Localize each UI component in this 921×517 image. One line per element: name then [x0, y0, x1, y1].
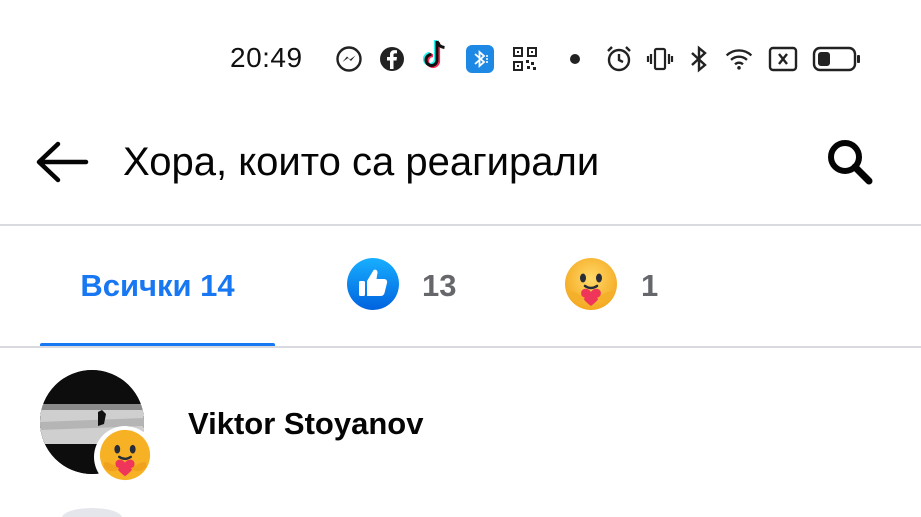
- bluetooth-app-icon: [465, 44, 495, 74]
- facebook-icon: [377, 44, 407, 74]
- reactor-name: Viktor Stoyanov: [188, 406, 424, 441]
- vibrate-icon: [645, 44, 675, 74]
- care-reaction-icon: [563, 256, 619, 317]
- arrow-left-icon: [34, 140, 90, 189]
- alarm-icon: [604, 44, 634, 74]
- app-header: Хора, които са реагирали: [0, 120, 921, 224]
- battery-icon: [812, 44, 862, 74]
- tab-care-count: 1: [641, 268, 659, 303]
- care-reaction-icon: [98, 428, 152, 487]
- care-reaction-badge: [94, 426, 156, 488]
- tab-like[interactable]: 13: [346, 226, 476, 346]
- status-time: 20:49: [230, 42, 303, 73]
- dot-icon: [560, 44, 590, 74]
- bluetooth-icon: [684, 44, 714, 74]
- like-reaction-icon: [346, 257, 400, 316]
- reaction-tabs: Всички 14 13 1: [0, 226, 921, 348]
- back-button[interactable]: [30, 136, 94, 192]
- messenger-icon: [334, 44, 364, 74]
- wifi-icon: [724, 44, 754, 74]
- status-bar: 20:49: [0, 0, 921, 120]
- tab-like-count: 13: [422, 268, 457, 303]
- list-item[interactable]: Viktor Stoyanov: [0, 348, 921, 488]
- search-button[interactable]: [818, 134, 882, 194]
- tab-care[interactable]: 1: [563, 226, 683, 346]
- search-icon: [824, 136, 876, 193]
- tab-all-label: Всички 14: [80, 268, 235, 303]
- avatar: [62, 508, 122, 517]
- qr-code-icon: [510, 44, 540, 74]
- tab-all[interactable]: Всички 14: [40, 226, 275, 348]
- page-title: Хора, които са реагирали: [123, 140, 600, 184]
- no-sim-icon: [768, 44, 798, 74]
- tiktok-icon: [420, 40, 450, 70]
